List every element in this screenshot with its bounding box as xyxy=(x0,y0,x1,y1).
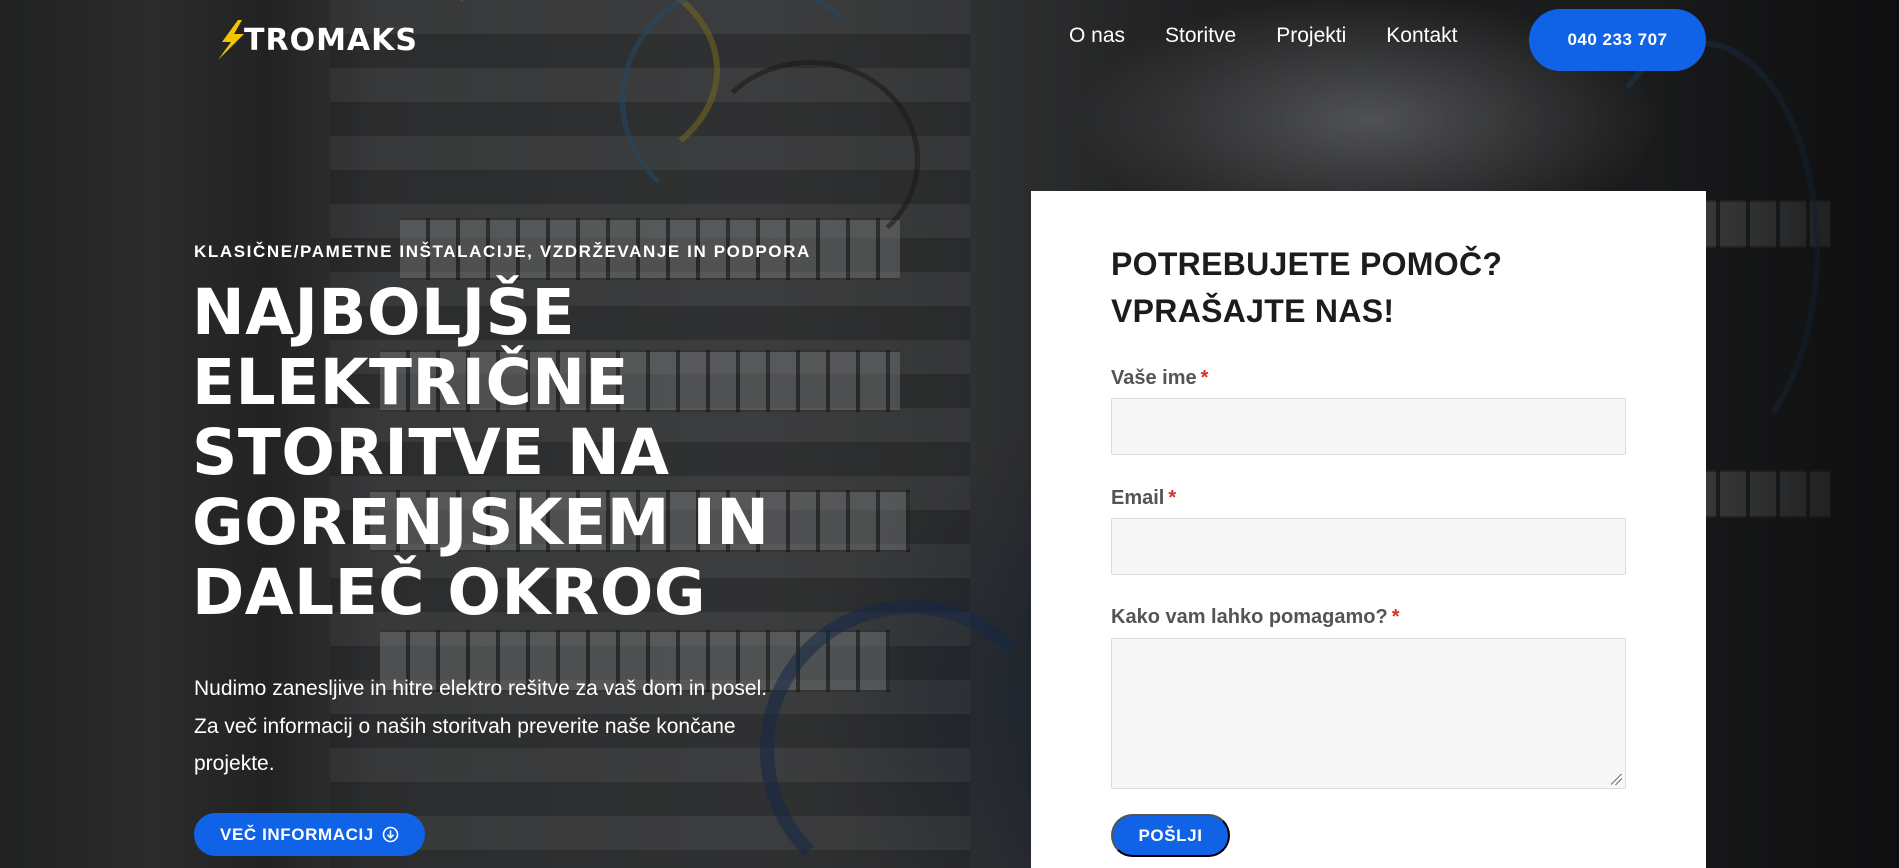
headline-line: GORENJSKEM IN xyxy=(192,486,770,559)
name-label-text: Vaše ime xyxy=(1111,367,1197,389)
hero-eyebrow: KLASIČNE/PAMETNE INŠTALACIJE, VZDRŽEVANJ… xyxy=(194,242,811,261)
phone-button[interactable]: 040 233 707 xyxy=(1529,9,1706,71)
email-input[interactable] xyxy=(1111,518,1626,575)
headline-line: STORITVE NA xyxy=(192,416,670,489)
site-logo[interactable]: TROMAKS xyxy=(212,18,418,62)
required-mark: * xyxy=(1200,367,1209,389)
nav-link-projekti[interactable]: Projekti xyxy=(1276,24,1346,48)
headline-line: ELEKTRIČNE xyxy=(192,346,629,419)
submit-button[interactable]: POŠLJI xyxy=(1111,814,1230,857)
nav-link-storitve[interactable]: Storitve xyxy=(1165,24,1236,48)
hero-lead-text: Nudimo zanesljive in hitre elektro rešit… xyxy=(194,670,834,783)
lead-line: Za več informacij o naših storitvah prev… xyxy=(194,714,736,738)
more-info-label: VEČ INFORMACIJ xyxy=(220,824,374,844)
form-title: POTREBUJETE POMOČ? VPRAŠAJTE NAS! xyxy=(1111,241,1631,335)
name-field-label: Vaše ime * xyxy=(1111,367,1208,390)
arrow-circle-down-icon xyxy=(382,826,399,843)
lead-line: projekte. xyxy=(194,752,275,775)
message-field-label: Kako vam lahko pomagamo? * xyxy=(1111,606,1400,629)
form-title-line: POTREBUJETE POMOČ? xyxy=(1111,246,1503,282)
hero-headline: NAJBOLJŠE ELEKTRIČNE STORITVE NA GORENJS… xyxy=(192,278,892,628)
email-field-label: Email * xyxy=(1111,487,1176,510)
lead-line: Nudimo zanesljive in hitre elektro rešit… xyxy=(194,677,768,700)
message-label-text: Kako vam lahko pomagamo? xyxy=(1111,606,1388,628)
nav-link-o-nas[interactable]: O nas xyxy=(1069,24,1125,48)
name-input[interactable] xyxy=(1111,398,1626,455)
form-title-line: VPRAŠAJTE NAS! xyxy=(1111,293,1395,329)
required-mark: * xyxy=(1391,606,1400,628)
contact-form-card: POTREBUJETE POMOČ? VPRAŠAJTE NAS! Vaše i… xyxy=(1031,191,1706,868)
resize-grip-icon[interactable] xyxy=(1611,774,1622,785)
logo-text: TROMAKS xyxy=(244,22,418,58)
required-mark: * xyxy=(1168,487,1177,509)
nav-link-kontakt[interactable]: Kontakt xyxy=(1386,24,1457,48)
more-info-button[interactable]: VEČ INFORMACIJ xyxy=(194,813,425,856)
email-label-text: Email xyxy=(1111,487,1165,509)
main-nav: O nas Storitve Projekti Kontakt xyxy=(1069,24,1497,48)
headline-line: NAJBOLJŠE xyxy=(192,276,575,349)
headline-line: DALEČ OKROG xyxy=(192,556,707,629)
site-header: TROMAKS O nas Storitve Projekti Kontakt … xyxy=(0,0,1899,80)
message-textarea[interactable] xyxy=(1111,638,1626,789)
